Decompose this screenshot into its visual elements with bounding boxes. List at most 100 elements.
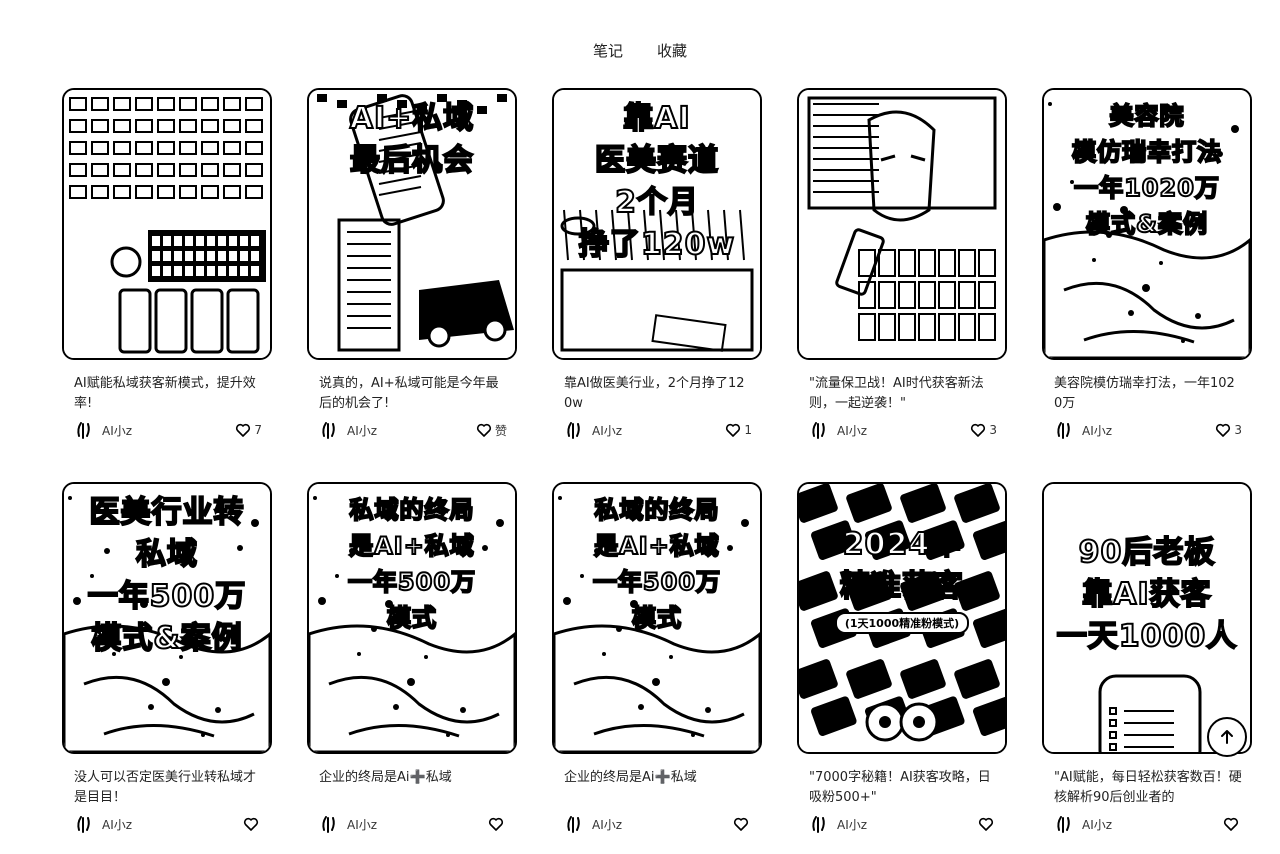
like-count: 3 bbox=[1234, 423, 1242, 437]
tab-bar: 笔记 收藏 bbox=[0, 40, 1280, 61]
author[interactable]: AI小z bbox=[74, 814, 132, 834]
author[interactable]: AI小z bbox=[319, 420, 377, 440]
cover-headline-line: 一天1000人 bbox=[1056, 619, 1238, 655]
like-button[interactable]: 赞 bbox=[476, 422, 507, 439]
avatar bbox=[1057, 422, 1070, 439]
avatar bbox=[322, 816, 335, 833]
note-cover-image[interactable]: 靠AI 医美赛道 2个月 挣了120w bbox=[552, 88, 762, 360]
like-button[interactable] bbox=[243, 816, 262, 832]
cover-headline-line: 私域的终局 bbox=[349, 495, 475, 525]
tab-notes[interactable]: 笔记 bbox=[593, 40, 623, 61]
note-title[interactable]: "流量保卫战！AI时代获客新法则，一起逆袭！" bbox=[809, 374, 997, 414]
note-title[interactable]: AI赋能私域获客新模式，提升效率! bbox=[74, 374, 262, 414]
cover-headline-line: 模式&案例 bbox=[1085, 209, 1208, 239]
author[interactable]: AI小z bbox=[564, 420, 622, 440]
note-card[interactable]: 靠AI 医美赛道 2个月 挣了120w 靠AI做医美行业，2个月挣了120w AI小z 1 bbox=[552, 88, 764, 460]
note-meta: AI小z 3 bbox=[1054, 420, 1242, 440]
cover-headline-line: 模式 bbox=[631, 603, 682, 633]
like-button[interactable] bbox=[733, 816, 752, 832]
heart-icon bbox=[476, 423, 492, 437]
tab-favorites[interactable]: 收藏 bbox=[657, 40, 687, 61]
note-meta: AI小z 3 bbox=[809, 420, 997, 440]
note-title[interactable]: "7000字秘籍！AI获客攻略，日吸粉500+" bbox=[809, 768, 997, 808]
note-card[interactable]: AI赋能私域获客新模式，提升效率! AI小z 7 bbox=[62, 88, 274, 460]
like-button[interactable]: 7 bbox=[235, 422, 262, 438]
note-meta: AI小z bbox=[809, 814, 997, 834]
cover-headline-line: 医美行业转 bbox=[89, 495, 245, 531]
cover-headline-line: 医美赛道 bbox=[594, 143, 719, 179]
avatar bbox=[77, 422, 90, 439]
note-cover-image[interactable] bbox=[62, 88, 272, 360]
cover-headline-line: 90后老板 bbox=[1078, 535, 1216, 571]
heart-icon bbox=[1216, 423, 1231, 437]
note-title[interactable]: 美容院模仿瑞幸打法，一年1020万 bbox=[1054, 374, 1242, 414]
note-card[interactable]: 2024年 精准获客 (1天1000精准粉模式) "7000字秘籍！AI获客攻略，日吸… bbox=[797, 482, 1009, 854]
back-to-top-button[interactable] bbox=[1207, 717, 1247, 757]
note-cover-image[interactable]: AI+私域 最后机会 bbox=[307, 88, 517, 360]
note-card[interactable]: 90后老板靠AI获客一天1000人 "AI赋能，每日轻松获客数百！硬核解析90后创… bbox=[1042, 482, 1254, 854]
cover-headline-line: 是AI+私域 bbox=[348, 531, 475, 561]
note-cover-image[interactable]: 医美行业转 私域 一年500万 模式&案例 bbox=[62, 482, 272, 754]
author[interactable]: AI小z bbox=[809, 814, 867, 834]
note-cover-image[interactable]: 美容院 模仿瑞幸打法 一年1020万 模式&案例 bbox=[1042, 88, 1252, 360]
note-cover-image[interactable]: 私域的终局 是AI+私域 一年500万 模式 bbox=[552, 482, 762, 754]
author-name: AI小z bbox=[837, 817, 868, 832]
author[interactable]: AI小z bbox=[74, 420, 132, 440]
heart-icon bbox=[971, 423, 986, 437]
note-title[interactable]: 企业的终局是Ai➕私域 bbox=[319, 768, 507, 808]
cover-headline-line: 美容院 bbox=[1109, 101, 1185, 131]
cover-headline-line: 靠AI获客 bbox=[1081, 577, 1212, 613]
cover-headline: 靠AI 医美赛道 2个月 挣了120w bbox=[554, 101, 760, 263]
note-title[interactable]: "AI赋能，每日轻松获客数百！硬核解析90后创业者的 bbox=[1054, 768, 1242, 808]
note-card[interactable]: 私域的终局 是AI+私域 一年500万 模式 企业的终局是Ai➕私域 AI小z bbox=[307, 482, 519, 854]
author-name: AI小z bbox=[347, 423, 378, 438]
author[interactable]: AI小z bbox=[1054, 420, 1112, 440]
cover-headline: 美容院 模仿瑞幸打法 一年1020万 模式&案例 bbox=[1044, 101, 1250, 239]
author[interactable]: AI小z bbox=[809, 420, 867, 440]
avatar bbox=[812, 422, 825, 439]
like-button[interactable]: 3 bbox=[970, 422, 997, 438]
heart-icon bbox=[1223, 817, 1239, 831]
note-cover-image[interactable] bbox=[797, 88, 1007, 360]
cover-headline-line: 挣了120w bbox=[578, 227, 736, 263]
cover-headline-line: 一年500万 bbox=[592, 567, 722, 597]
note-cover-image[interactable]: 2024年 精准获客 (1天1000精准粉模式) bbox=[797, 482, 1007, 754]
like-button[interactable] bbox=[978, 816, 997, 832]
note-title[interactable]: 靠AI做医美行业，2个月挣了120w bbox=[564, 374, 752, 414]
author[interactable]: AI小z bbox=[564, 814, 622, 834]
note-card[interactable]: 医美行业转 私域 一年500万 模式&案例没人可以否定医美行业转私域才是目目！ AI小z bbox=[62, 482, 274, 854]
note-title[interactable]: 企业的终局是Ai➕私域 bbox=[564, 768, 752, 808]
note-card[interactable]: 美容院 模仿瑞幸打法 一年1020万 模式&案例 美容院模仿瑞幸打法，一年1020万 AI… bbox=[1042, 88, 1254, 460]
like-button[interactable]: 3 bbox=[1215, 422, 1242, 438]
heart-icon bbox=[243, 817, 259, 831]
heart-icon bbox=[726, 423, 741, 437]
cover-headline: 90后老板靠AI获客一天1000人 bbox=[1044, 535, 1250, 655]
like-button[interactable] bbox=[488, 816, 507, 832]
note-card[interactable]: 私域的终局 是AI+私域 一年500万 模式企业的终局是Ai➕私域 AI小z bbox=[552, 482, 764, 854]
avatar bbox=[567, 816, 580, 833]
note-meta: AI小z 7 bbox=[74, 420, 262, 440]
like-button[interactable] bbox=[1223, 816, 1242, 832]
cover-headline-line: 模仿瑞幸打法 bbox=[1071, 137, 1222, 167]
author[interactable]: AI小z bbox=[319, 814, 377, 834]
author-name: AI小z bbox=[347, 817, 378, 832]
note-title[interactable]: 说真的，AI+私域可能是今年最后的机会了! bbox=[319, 374, 507, 414]
cover-headline-line: 私域的终局 bbox=[594, 495, 720, 525]
author-name: AI小z bbox=[592, 817, 623, 832]
note-meta: AI小z bbox=[1054, 814, 1242, 834]
avatar bbox=[77, 816, 90, 833]
note-cover-image[interactable]: 私域的终局 是AI+私域 一年500万 模式 bbox=[307, 482, 517, 754]
heart-icon bbox=[978, 817, 994, 831]
heart-icon bbox=[488, 817, 504, 831]
author-name: AI小z bbox=[102, 423, 133, 438]
cover-headline-line: 2024年 bbox=[842, 527, 962, 563]
note-cover-image[interactable]: 90后老板靠AI获客一天1000人 bbox=[1042, 482, 1252, 754]
note-card[interactable]: "流量保卫战！AI时代获客新法则，一起逆袭！" AI小z 3 bbox=[797, 88, 1009, 460]
note-card[interactable]: AI+私域 最后机会说真的，AI+私域可能是今年最后的机会了! AI小z 赞 bbox=[307, 88, 519, 460]
cover-headline-line: 一年500万 bbox=[87, 579, 247, 615]
author[interactable]: AI小z bbox=[1054, 814, 1112, 834]
note-title[interactable]: 没人可以否定医美行业转私域才是目目！ bbox=[74, 768, 262, 808]
author-name: AI小z bbox=[1082, 817, 1113, 832]
like-button[interactable]: 1 bbox=[725, 422, 752, 438]
cover-headline: AI+私域 最后机会 bbox=[309, 101, 515, 179]
